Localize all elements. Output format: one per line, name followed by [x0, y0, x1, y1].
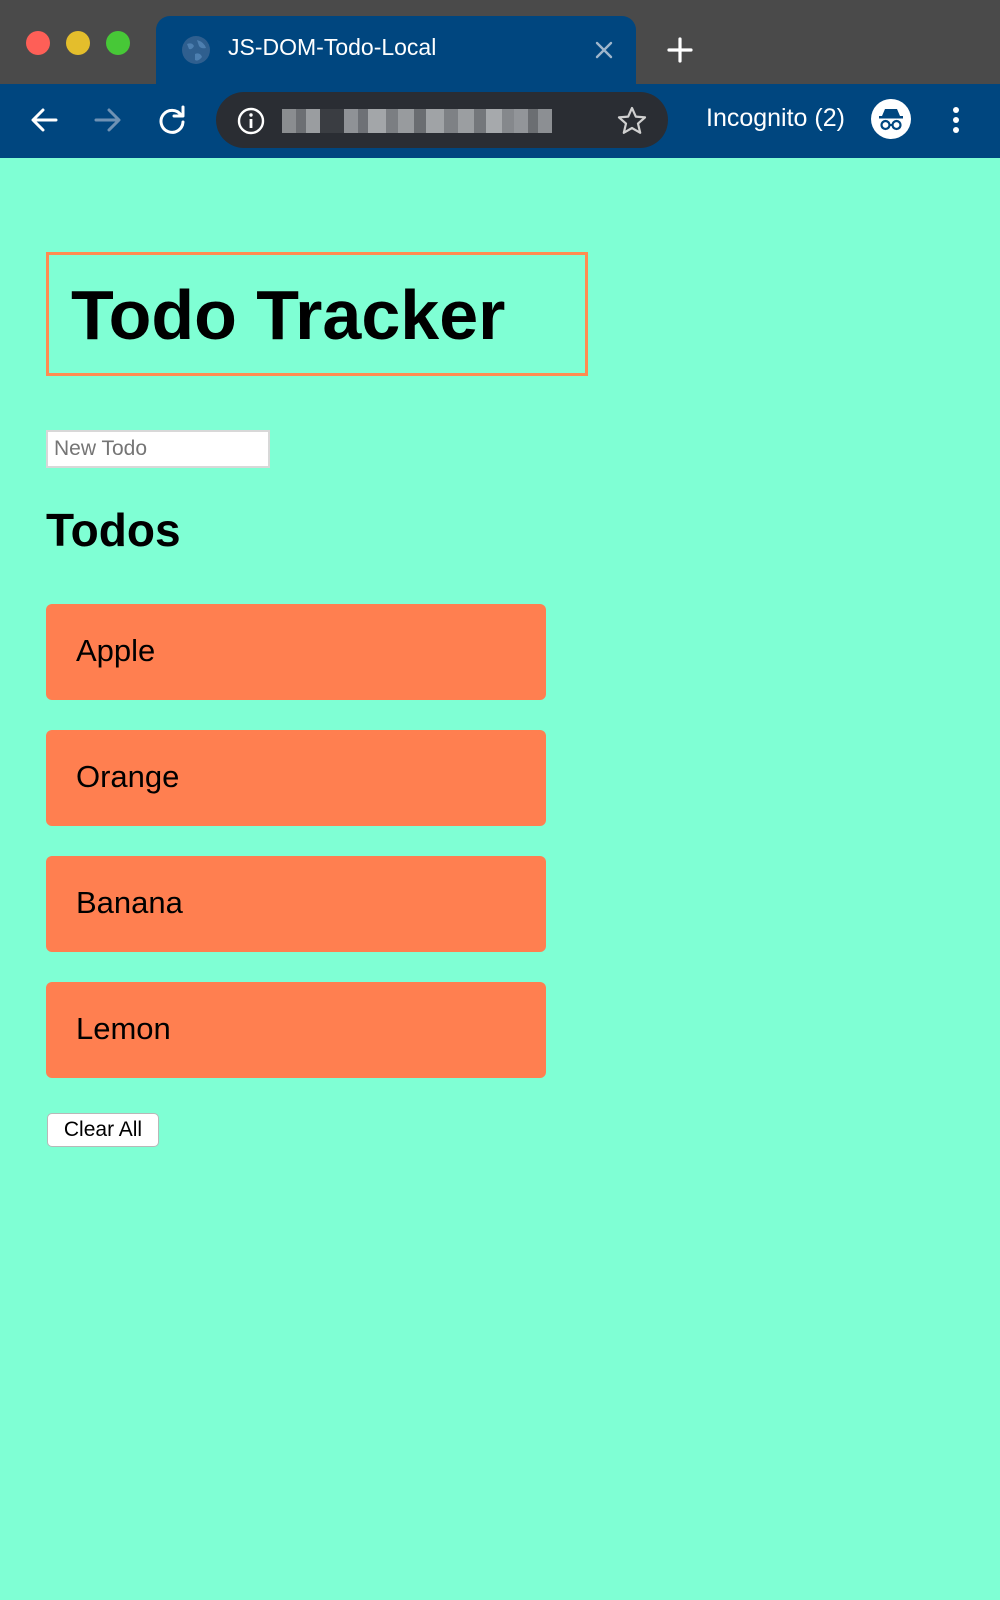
info-icon[interactable] [236, 106, 266, 136]
todo-list: Apple Orange Banana Lemon [46, 604, 546, 1108]
more-menu-icon[interactable] [944, 102, 968, 138]
page-title: Todo Tracker [71, 276, 506, 354]
close-tab-icon[interactable] [592, 38, 616, 62]
incognito-label[interactable]: Incognito (2) [706, 104, 845, 133]
back-arrow-icon[interactable] [26, 102, 62, 138]
browser-tab[interactable]: JS-DOM-Todo-Local [156, 16, 636, 84]
browser-toolbar: Incognito (2) [0, 84, 1000, 158]
clear-all-button[interactable]: Clear All [47, 1113, 159, 1147]
todos-heading: Todos [46, 504, 181, 556]
todo-item-label: Apple [76, 633, 156, 668]
todo-item-label: Orange [76, 759, 180, 794]
globe-icon [182, 36, 210, 64]
tab-strip: JS-DOM-Todo-Local [0, 0, 1000, 84]
todo-item-label: Banana [76, 885, 183, 920]
maximize-window-button[interactable] [106, 31, 130, 55]
address-bar[interactable] [216, 92, 668, 148]
bookmark-star-icon[interactable] [616, 105, 648, 137]
todo-item[interactable]: Orange [46, 730, 546, 826]
todo-item-label: Lemon [76, 1011, 171, 1046]
browser-chrome: JS-DOM-Todo-Local Incognito (2) [0, 0, 1000, 158]
page-content: Todo Tracker Todos Apple Orange Banana L… [0, 158, 1000, 1600]
title-box: Todo Tracker [46, 252, 588, 376]
forward-arrow-icon[interactable] [90, 102, 126, 138]
close-window-button[interactable] [26, 31, 50, 55]
reload-icon[interactable] [154, 102, 190, 138]
new-todo-input[interactable] [46, 430, 270, 468]
incognito-icon[interactable] [870, 98, 912, 140]
blurred-url [282, 109, 552, 133]
todo-item[interactable]: Banana [46, 856, 546, 952]
todo-item[interactable]: Apple [46, 604, 546, 700]
minimize-window-button[interactable] [66, 31, 90, 55]
new-tab-icon[interactable] [664, 34, 696, 66]
tab-title: JS-DOM-Todo-Local [228, 34, 437, 60]
todo-item[interactable]: Lemon [46, 982, 546, 1078]
